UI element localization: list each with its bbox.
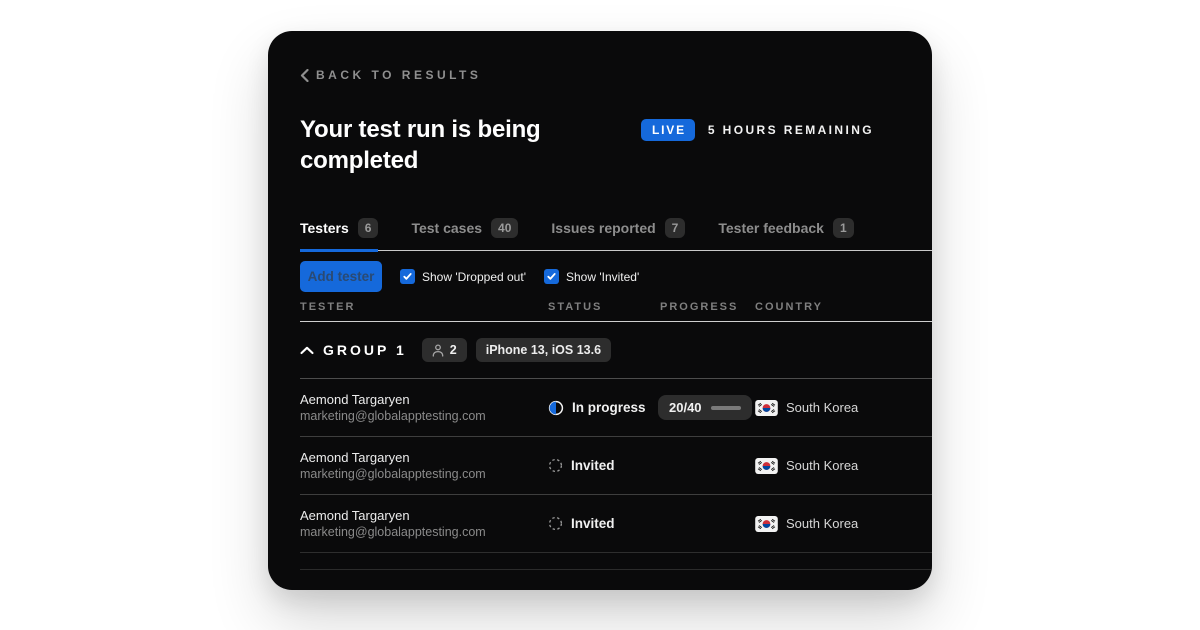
show-dropped-out-checkbox[interactable]: Show 'Dropped out' xyxy=(400,269,526,284)
column-header-status: STATUS xyxy=(548,301,660,313)
chevron-up-icon xyxy=(300,346,314,355)
tester-cell: Aemond Targaryen marketing@globalapptest… xyxy=(300,392,548,424)
empty-row-divider xyxy=(300,553,932,570)
checkbox-checked-icon xyxy=(400,269,415,284)
table-header: TESTER STATUS PROGRESS COUNTRY xyxy=(300,292,932,322)
tab-issues-reported[interactable]: Issues reported 7 xyxy=(551,218,685,252)
tab-count-badge: 40 xyxy=(491,218,518,238)
status-cell: Invited xyxy=(548,458,660,473)
tab-bar: Testers 6 Test cases 40 Issues reported … xyxy=(300,218,932,251)
group-tester-count-badge: 2 xyxy=(422,338,467,362)
test-run-card: BACK TO RESULTS Your test run is being c… xyxy=(268,31,932,590)
south-korea-flag-icon xyxy=(755,458,778,474)
tab-testers[interactable]: Testers 6 xyxy=(300,218,378,252)
progress-pill: 20/40 xyxy=(658,395,752,420)
tab-count-badge: 6 xyxy=(358,218,379,238)
country-cell: South Korea xyxy=(755,400,932,416)
tab-tester-feedback[interactable]: Tester feedback 1 xyxy=(718,218,853,252)
status-cell: In progress xyxy=(548,400,660,416)
status-label: In progress xyxy=(572,400,646,415)
group-title: GROUP 1 xyxy=(323,342,407,358)
table-row: Aemond Targaryen marketing@globalapptest… xyxy=(300,495,932,553)
tester-email: marketing@globalapptesting.com xyxy=(300,409,548,424)
header: Your test run is being completed LIVE 5 … xyxy=(300,114,932,176)
country-label: South Korea xyxy=(786,516,858,531)
person-icon xyxy=(432,344,444,357)
status-label: Invited xyxy=(571,458,615,473)
tab-count-badge: 1 xyxy=(833,218,854,238)
table-controls: Add tester Show 'Dropped out' Show 'Invi… xyxy=(300,261,932,292)
column-header-progress: PROGRESS xyxy=(660,301,755,313)
tester-name: Aemond Targaryen xyxy=(300,508,548,524)
table-row: Aemond Targaryen marketing@globalapptest… xyxy=(300,379,932,437)
column-header-country: COUNTRY xyxy=(755,301,932,313)
back-link-label: BACK TO RESULTS xyxy=(316,68,481,82)
status-cell: Invited xyxy=(548,516,660,531)
live-badge: LIVE xyxy=(641,119,695,141)
tester-name: Aemond Targaryen xyxy=(300,450,548,466)
progress-bar xyxy=(711,406,741,410)
page-title: Your test run is being completed xyxy=(300,114,641,176)
status-label: Invited xyxy=(571,516,615,531)
tester-name: Aemond Targaryen xyxy=(300,392,548,408)
dashed-circle-icon xyxy=(548,516,563,531)
live-status: LIVE 5 HOURS REMAINING xyxy=(641,119,874,141)
tester-cell: Aemond Targaryen marketing@globalapptest… xyxy=(300,508,548,540)
tab-count-badge: 7 xyxy=(665,218,686,238)
back-to-results-link[interactable]: BACK TO RESULTS xyxy=(300,68,481,82)
tester-cell: Aemond Targaryen marketing@globalapptest… xyxy=(300,450,548,482)
tester-email: marketing@globalapptesting.com xyxy=(300,525,548,540)
chevron-left-icon xyxy=(300,69,309,82)
half-circle-progress-icon xyxy=(548,400,564,416)
show-invited-checkbox[interactable]: Show 'Invited' xyxy=(544,269,639,284)
progress-value: 20/40 xyxy=(669,400,702,415)
device-badge: iPhone 13, iOS 13.6 xyxy=(476,338,611,362)
tab-test-cases[interactable]: Test cases 40 xyxy=(411,218,518,252)
add-tester-button[interactable]: Add tester xyxy=(300,261,382,292)
south-korea-flag-icon xyxy=(755,516,778,532)
south-korea-flag-icon xyxy=(755,400,778,416)
country-label: South Korea xyxy=(786,400,858,415)
group-header-row[interactable]: GROUP 1 2 iPhone 13, iOS 13.6 xyxy=(300,322,932,379)
time-remaining-label: 5 HOURS REMAINING xyxy=(708,123,874,137)
column-header-tester: TESTER xyxy=(300,301,548,313)
progress-cell: 20/40 xyxy=(660,395,755,420)
country-label: South Korea xyxy=(786,458,858,473)
dashed-circle-icon xyxy=(548,458,563,473)
country-cell: South Korea xyxy=(755,458,932,474)
tester-email: marketing@globalapptesting.com xyxy=(300,467,548,482)
checkbox-checked-icon xyxy=(544,269,559,284)
country-cell: South Korea xyxy=(755,516,932,532)
table-row: Aemond Targaryen marketing@globalapptest… xyxy=(300,437,932,495)
